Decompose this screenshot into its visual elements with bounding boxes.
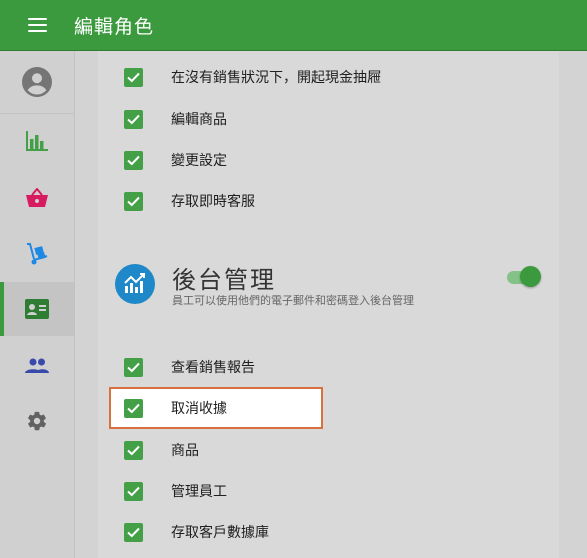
checkbox-checked[interactable] <box>124 191 143 211</box>
toggle-thumb <box>520 266 541 287</box>
hand-truck-icon <box>27 243 48 265</box>
checkbox-checked[interactable] <box>124 109 143 129</box>
permission-label: 查看銷售報告 <box>171 360 255 376</box>
checkbox-checked[interactable] <box>124 440 143 460</box>
permission-label: 變更設定 <box>171 153 227 169</box>
permission-row[interactable]: 編輯商品 <box>124 106 227 132</box>
checkbox-checked[interactable] <box>124 67 143 87</box>
check-icon <box>127 486 140 496</box>
check-icon <box>127 527 140 537</box>
permission-label: 存取客戶數據庫 <box>171 525 269 541</box>
settings-gear-icon <box>28 411 46 431</box>
check-icon <box>127 72 140 82</box>
sidebar-item-settings[interactable] <box>0 394 74 448</box>
permission-label: 存取即時客服 <box>171 194 255 210</box>
section-description: 員工可以使用他們的電子郵件和密碼登入後台管理 <box>172 294 414 307</box>
checkbox-checked[interactable] <box>124 398 143 418</box>
sidebar-item-reports[interactable] <box>0 114 74 168</box>
content-gutter-right <box>559 51 587 558</box>
permission-label: 編輯商品 <box>171 112 227 128</box>
permission-label: 管理員工 <box>171 484 227 500</box>
permission-row-highlighted[interactable]: 取消收據 <box>124 395 227 421</box>
permission-row[interactable]: 在沒有銷售狀況下，開起現金抽屜 <box>124 64 381 90</box>
permission-row[interactable]: 商品 <box>124 437 199 463</box>
permission-label: 商品 <box>171 443 199 459</box>
shopping-basket-icon <box>26 188 48 207</box>
permission-label: 取消收據 <box>171 401 227 417</box>
account-circle-icon <box>22 67 52 97</box>
check-icon <box>127 362 140 372</box>
checkbox-checked[interactable] <box>124 150 143 170</box>
content-gutter <box>75 51 98 558</box>
checkbox-checked[interactable] <box>124 522 143 542</box>
permission-row[interactable]: 存取即時客服 <box>124 188 255 214</box>
checkbox-checked[interactable] <box>124 357 143 377</box>
page-title: 編輯角色 <box>74 16 155 38</box>
permission-row[interactable]: 管理員工 <box>124 478 227 504</box>
sidebar-item-inventory[interactable] <box>0 227 74 281</box>
sidebar-item-employees[interactable] <box>0 282 74 336</box>
app-bar: 編輯角色 <box>0 0 587 51</box>
check-icon <box>127 155 140 165</box>
permission-row[interactable]: 變更設定 <box>124 147 227 173</box>
sidebar-item-sales[interactable] <box>0 171 74 225</box>
check-icon <box>127 114 140 124</box>
check-icon <box>127 403 140 413</box>
bar-chart-icon <box>26 131 48 151</box>
permission-label: 在沒有銷售狀況下，開起現金抽屜 <box>171 70 381 86</box>
check-icon <box>127 445 140 455</box>
people-icon <box>25 358 49 373</box>
permission-row[interactable]: 存取客戶數據庫 <box>124 519 269 545</box>
backoffice-toggle[interactable] <box>506 266 542 288</box>
sidebar-item-profile[interactable] <box>0 51 74 114</box>
permission-row[interactable]: 查看銷售報告 <box>124 354 255 380</box>
checkbox-checked[interactable] <box>124 481 143 501</box>
check-icon <box>127 196 140 206</box>
menu-icon[interactable] <box>28 17 47 33</box>
sidebar <box>0 51 75 558</box>
section-title: 後台管理 <box>172 266 276 294</box>
sidebar-item-customers[interactable] <box>0 339 74 393</box>
trending-up-chart-icon <box>115 264 155 304</box>
id-card-icon <box>25 299 49 319</box>
